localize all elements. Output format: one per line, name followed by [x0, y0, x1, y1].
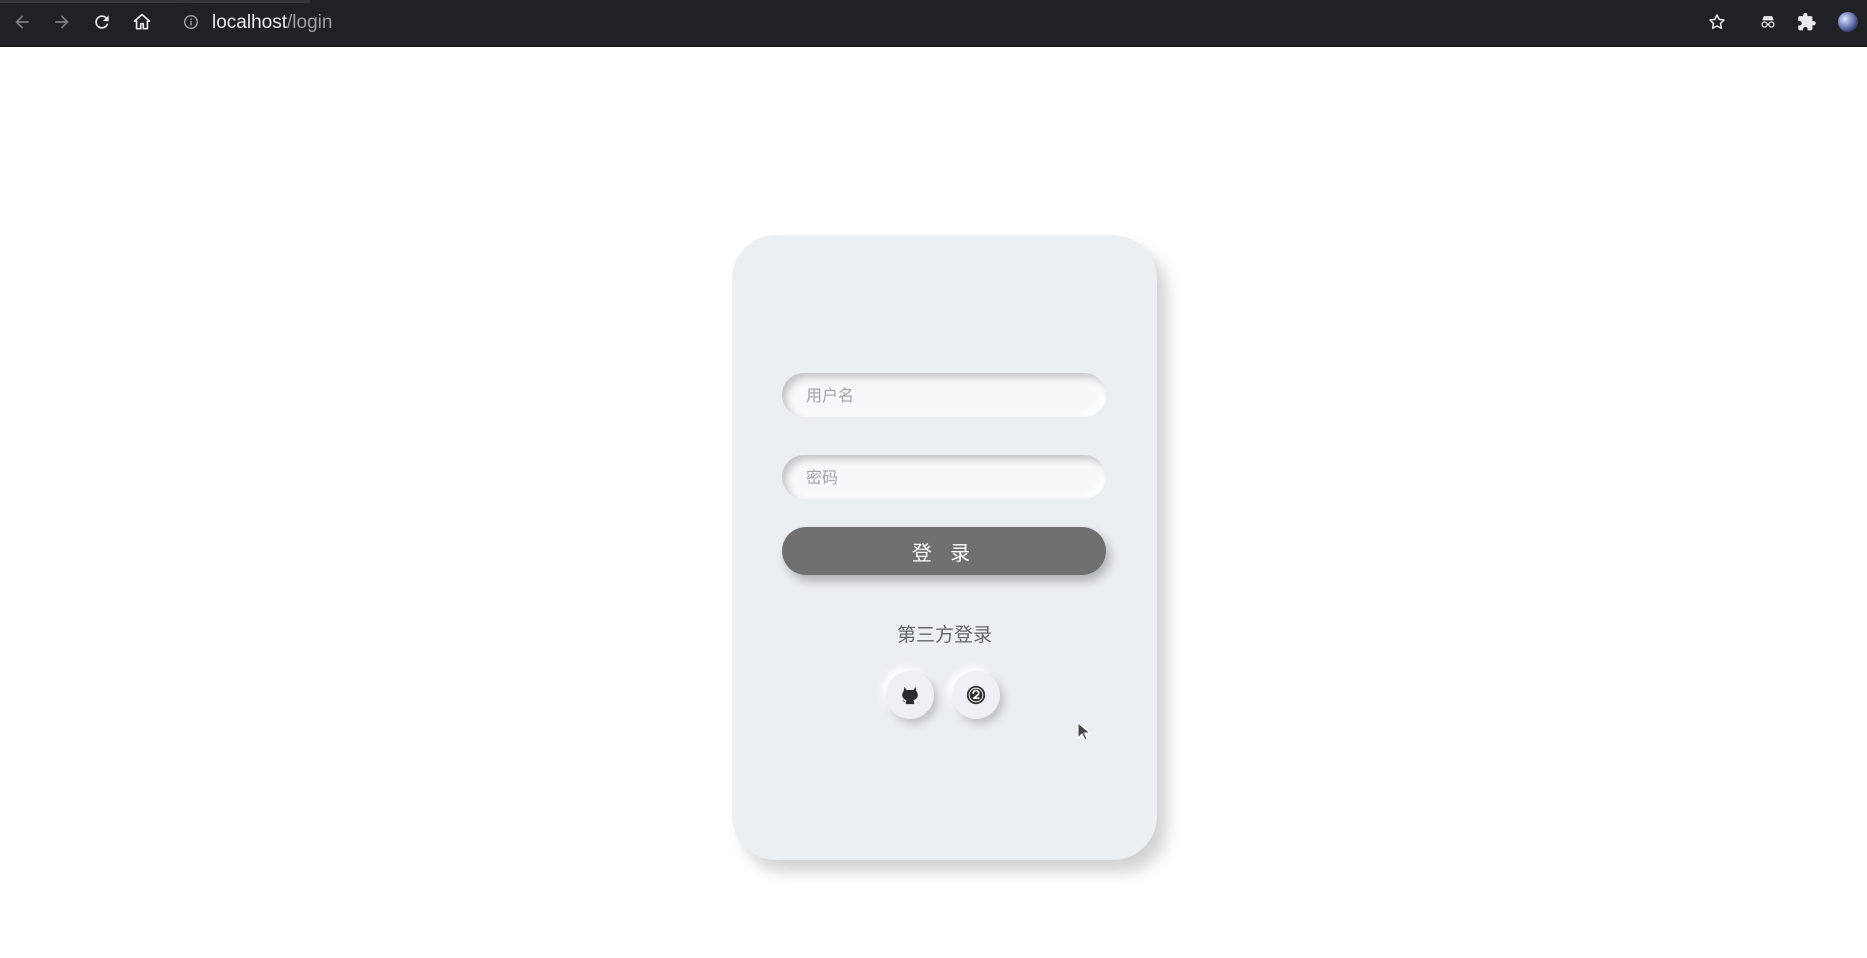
- third-party-login-title: 第三方登录: [896, 624, 992, 646]
- bookmark-star-icon: [1709, 14, 1725, 29]
- bookmark-button[interactable]: [1703, 8, 1731, 36]
- url-host: localhost: [212, 12, 287, 33]
- username-input[interactable]: [782, 373, 1106, 417]
- profile-button[interactable]: [1834, 8, 1862, 36]
- other-provider-icon: [966, 685, 986, 705]
- reload-button[interactable]: [88, 8, 116, 36]
- forward-arrow-icon: [55, 15, 69, 29]
- profile-avatar-icon: [1838, 12, 1858, 32]
- site-info-icon[interactable]: [182, 13, 200, 31]
- home-icon: [133, 13, 151, 30]
- extensions-puzzle-icon: [1798, 12, 1816, 31]
- login-button[interactable]: 登 录: [782, 527, 1106, 575]
- url-text[interactable]: localhost/login: [212, 12, 332, 34]
- incognito-extension-button[interactable]: [1754, 8, 1782, 36]
- mouse-cursor-icon: [1077, 722, 1092, 741]
- back-button[interactable]: [8, 8, 36, 36]
- reload-icon: [95, 15, 109, 29]
- incognito-extension-icon: [1761, 16, 1775, 28]
- home-button[interactable]: [128, 8, 156, 36]
- other-provider-login-button[interactable]: [952, 671, 1000, 719]
- tab-strip-remnant: [0, 0, 310, 3]
- github-icon: [902, 686, 918, 705]
- forward-button[interactable]: [48, 8, 76, 36]
- back-arrow-icon: [15, 15, 29, 29]
- url-path: /login: [287, 12, 333, 33]
- extensions-button[interactable]: [1793, 8, 1821, 36]
- address-bar[interactable]: localhost/login: [172, 5, 1740, 39]
- browser-toolbar: localhost/login: [0, 0, 1867, 47]
- login-card: 登 录 第三方登录: [732, 235, 1157, 860]
- github-login-button[interactable]: [886, 671, 934, 719]
- password-input[interactable]: [782, 455, 1106, 499]
